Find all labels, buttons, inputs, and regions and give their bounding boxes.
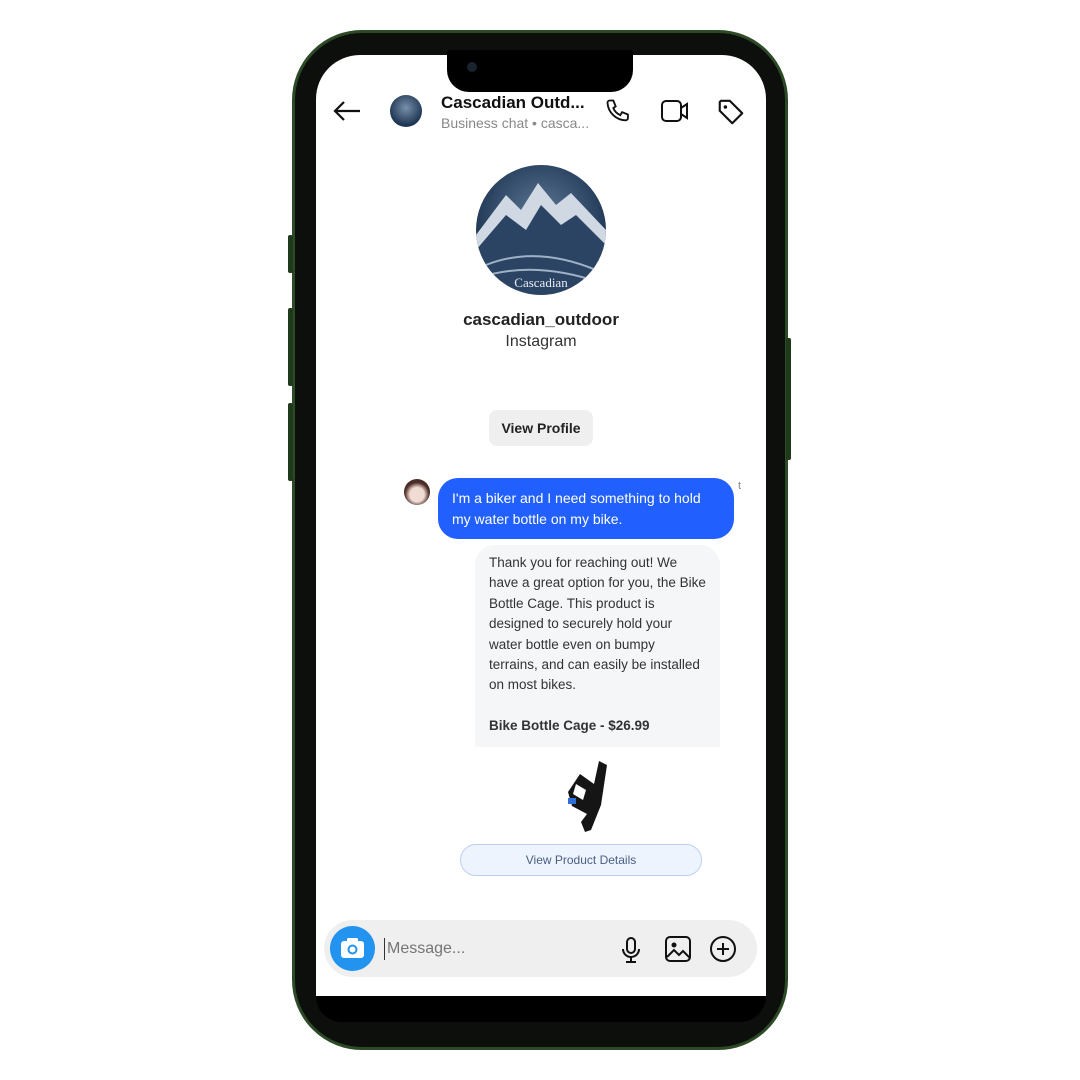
chat-title[interactable]: Cascadian Outd... — [441, 93, 585, 113]
header-avatar[interactable] — [390, 95, 422, 127]
message-side-mark: t — [738, 480, 742, 492]
view-profile-button[interactable]: View Profile — [489, 410, 593, 446]
camera-notch — [447, 50, 633, 92]
volume-down-button — [288, 403, 293, 481]
screen: Cascadian Outd... Business chat • casca.… — [316, 55, 766, 998]
bike-bottle-cage-image — [568, 761, 607, 832]
microphone-icon[interactable] — [620, 936, 642, 964]
camera-button[interactable] — [330, 926, 375, 971]
back-arrow-icon[interactable] — [332, 99, 362, 123]
tag-icon[interactable] — [716, 97, 746, 127]
user-avatar — [404, 479, 430, 505]
camera-icon — [341, 938, 364, 958]
power-button — [786, 338, 791, 460]
video-icon[interactable] — [660, 97, 690, 125]
volume-up-button — [288, 308, 293, 386]
message-input[interactable] — [385, 934, 609, 964]
view-product-details-button[interactable]: View Product Details — [460, 844, 702, 876]
plus-icon[interactable] — [709, 935, 737, 963]
mute-switch — [288, 235, 293, 273]
phone-icon[interactable] — [604, 97, 632, 125]
business-message-text: Thank you for reaching out! We have a gr… — [489, 555, 706, 693]
profile-platform: Instagram — [505, 333, 577, 350]
user-message-bubble: I'm a biker and I need something to hold… — [438, 478, 734, 539]
business-message-bubble: Thank you for reaching out! We have a gr… — [475, 545, 720, 747]
message-composer — [324, 920, 757, 977]
chat-subtitle: Business chat • casca... — [441, 115, 590, 131]
bottom-bezel — [316, 996, 766, 1022]
product-price: Bike Bottle Cage - $26.99 — [489, 717, 650, 733]
logo-text: Cascadian — [514, 275, 568, 290]
image-icon[interactable] — [664, 935, 692, 963]
profile-username: cascadian_outdoor — [463, 310, 619, 329]
business-logo: Cascadian — [476, 165, 606, 295]
